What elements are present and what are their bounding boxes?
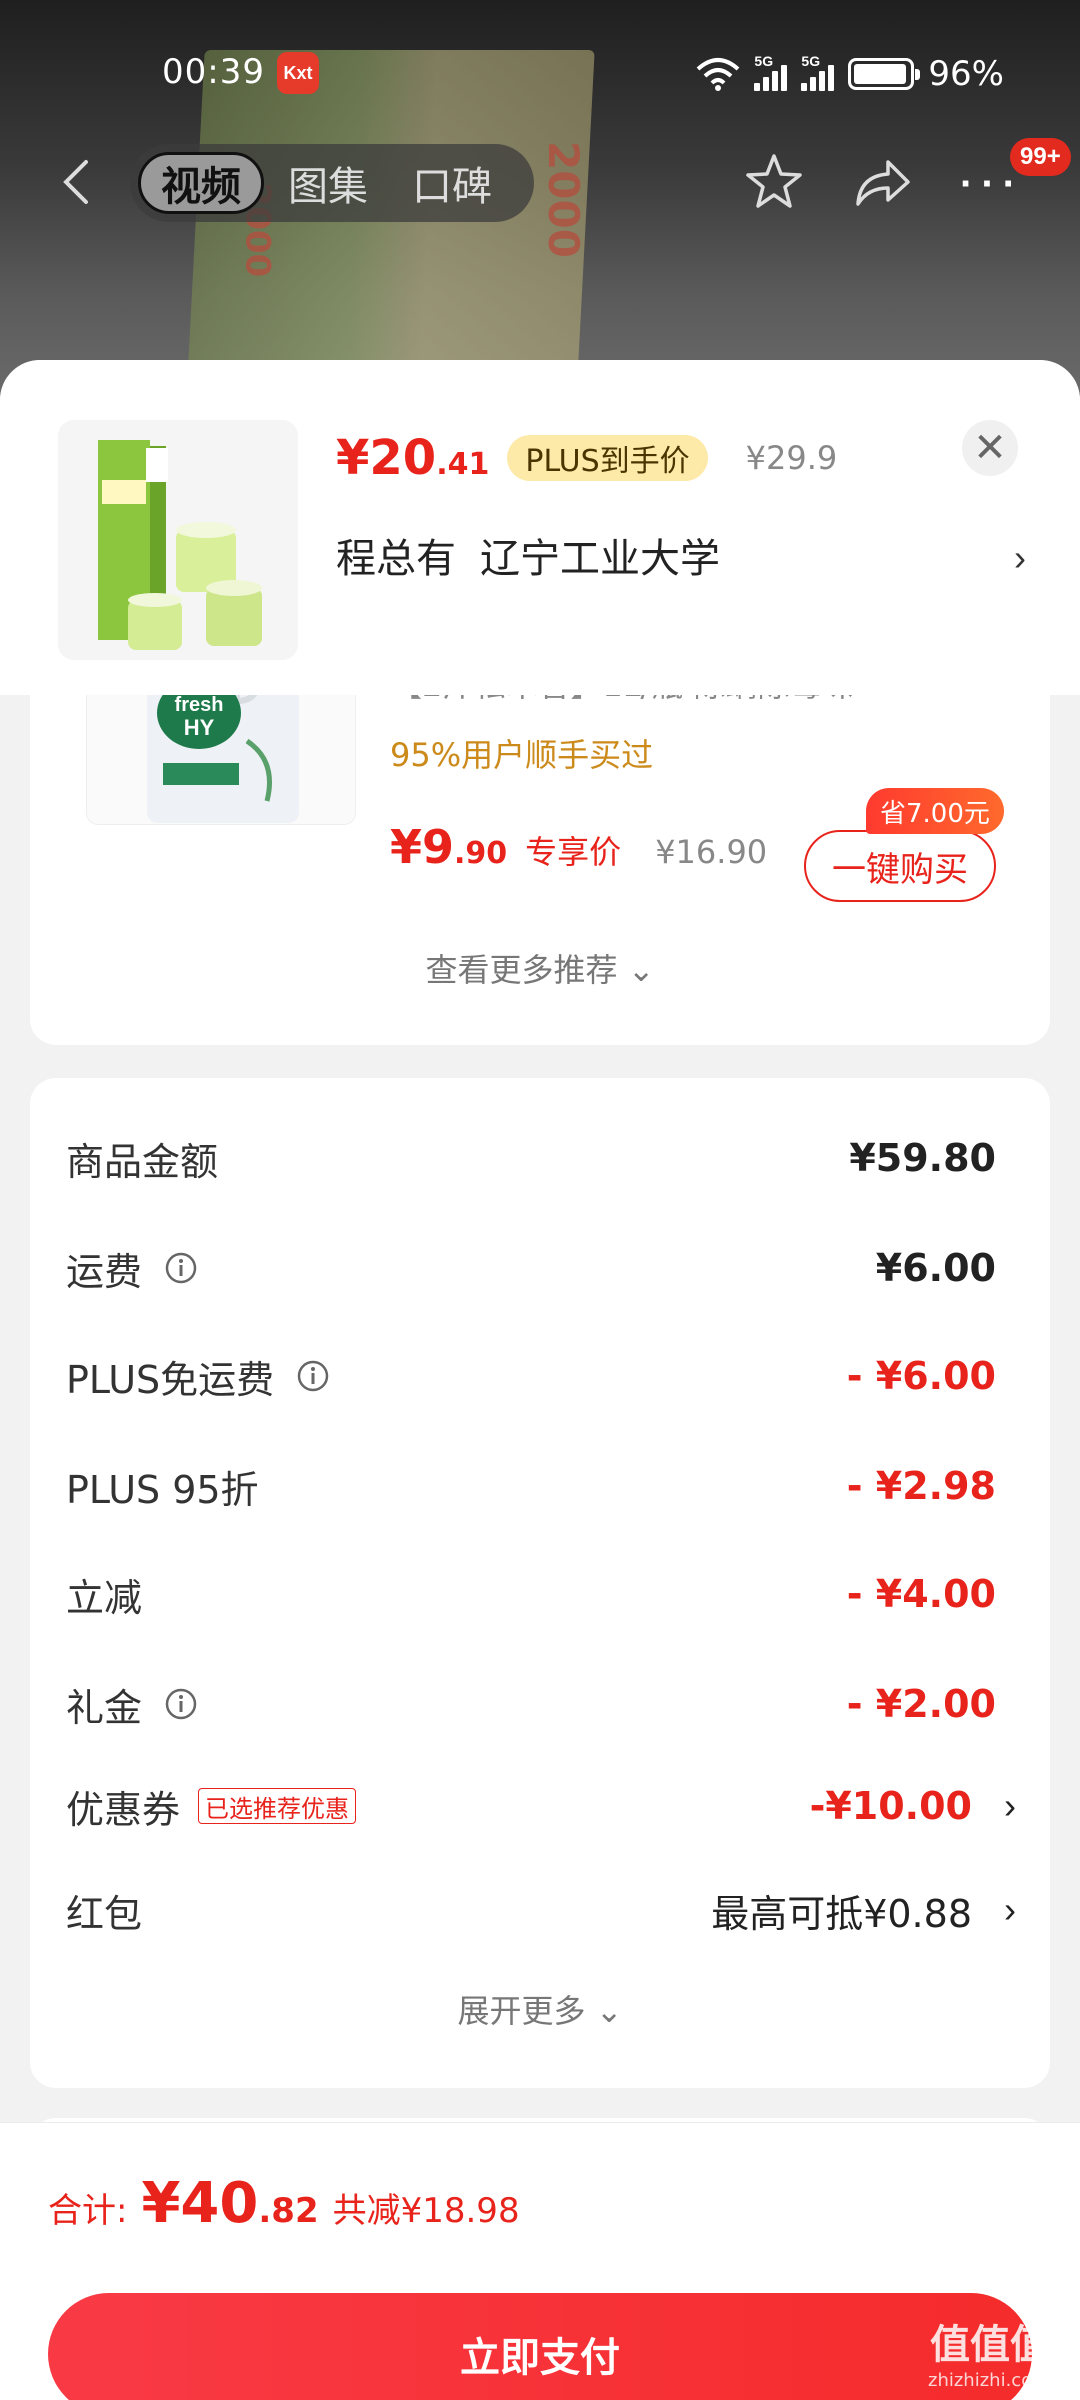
original-price: ¥29.9 [745,439,838,477]
current-price: ¥20.41 [336,430,490,486]
chevron-down-icon: ⌄ [595,1992,623,2030]
status-time: 00:39 [162,52,265,92]
address-row[interactable]: 程总有 辽宁工业大学 › [336,525,1036,585]
summary-row-shipping: 运费 ¥6.00 [66,1246,996,1294]
watermark-url: zhizhizhi.com [928,2370,1050,2391]
tab-video[interactable]: 视频 [138,152,264,214]
tab-gallery[interactable]: 图集 [268,152,388,214]
back-arrow-icon[interactable] [52,154,108,210]
summary-row-plus-discount: PLUS 95折 - ¥2.98 [66,1464,996,1512]
summary-row-red-packet[interactable]: 红包 最高可抵¥0.88 › [66,1870,1016,1950]
tissue-product-image [58,420,298,660]
media-tabs: 视频 图集 口碑 [130,144,534,222]
info-icon[interactable] [296,1359,330,1393]
tab-reviews[interactable]: 口碑 [392,152,512,214]
checkout-footer: 合计: ¥40.82 共减¥18.98 立即支付 [0,2122,1080,2400]
recommendation-price-row: ¥9.90 专享价 ¥16.90 [390,820,767,874]
watermark-logo: 值值值 [930,2322,1050,2368]
coupon-selected-tag: 已选推荐优惠 [198,1788,357,1824]
summary-row-instant-reduction: 立减 - ¥4.00 [66,1572,996,1620]
status-bar: 00:39 Kxt 5G 5G 96% [0,40,1080,110]
chevron-down-icon: ⌄ [627,951,655,989]
expand-more-link[interactable]: 展开更多 ⌄ [30,1986,1050,2032]
notification-badge: 99+ [1010,138,1071,176]
signal-icon-1: 5G [754,53,788,91]
star-icon[interactable] [742,150,806,214]
recommendation-original-price: ¥16.90 [655,833,768,871]
more-icon[interactable]: ··· [960,164,1024,204]
exclusive-price-label: 专享价 [525,833,622,871]
recommendation-card: fresh HY 【2斤松木香】1L/瓶 除螨除霉味 95%用户顺手买过 ¥9.… [30,640,1050,1045]
svg-text:HY: HY [184,715,215,740]
battery-icon [848,58,921,90]
receiver-name: 程总有 [336,536,456,582]
svg-text:fresh: fresh [175,694,224,716]
battery-percent: 96% [928,54,1004,94]
chevron-right-icon: › [1004,1785,1016,1826]
total-amount: ¥40.82 [141,2171,319,2236]
product-nav-bar: 视频 图集 口碑 ··· 99+ [0,138,1080,226]
app-notification-icon: Kxt [277,52,319,94]
receiver-address: 辽宁工业大学 [480,536,720,582]
chevron-right-icon: › [1014,537,1026,578]
info-icon[interactable] [164,1251,198,1285]
savings-badge: 省7.00元 [866,788,1004,834]
sheet-header: ¥20.41 PLUS到手价 ¥29.9 ✕ 程总有 辽宁工业大学 › [0,360,1080,695]
info-icon[interactable] [164,1687,198,1721]
share-icon[interactable] [850,152,914,212]
summary-row-goods: 商品金额 ¥59.80 [66,1136,996,1184]
order-total: 合计: ¥40.82 共减¥18.98 [48,2171,520,2236]
pay-now-button[interactable]: 立即支付 [48,2293,1032,2400]
signal-icon-2: 5G [801,53,835,91]
price-row: ¥20.41 PLUS到手价 ¥29.9 [336,430,837,486]
close-icon[interactable]: ✕ [962,420,1018,476]
summary-row-gift-money: 礼金 - ¥2.00 [66,1682,996,1730]
more-recommendations-link[interactable]: 查看更多推荐 ⌄ [30,945,1050,991]
total-reduced: 共减¥18.98 [332,2191,520,2231]
plus-price-tag: PLUS到手价 [507,435,708,481]
chevron-right-icon: › [1004,1889,1016,1930]
wifi-icon [697,58,740,91]
price-summary-card: 商品金额 ¥59.80 运费 ¥6.00 PLUS免运费 - ¥6.00 PLU… [30,1078,1050,2088]
recommendation-price: ¥9.90 [390,820,508,874]
summary-row-plus-free-shipping: PLUS免运费 - ¥6.00 [66,1354,996,1402]
summary-row-coupon[interactable]: 优惠券 已选推荐优惠 -¥10.00 › [66,1766,1016,1846]
bought-together-label: 95%用户顺手买过 [390,736,654,774]
checkout-sheet: ¥20.41 PLUS到手价 ¥29.9 ✕ 程总有 辽宁工业大学 › fres… [0,360,1080,2400]
one-click-buy-button[interactable]: 一键购买 [804,830,996,902]
product-thumbnail [58,420,298,660]
